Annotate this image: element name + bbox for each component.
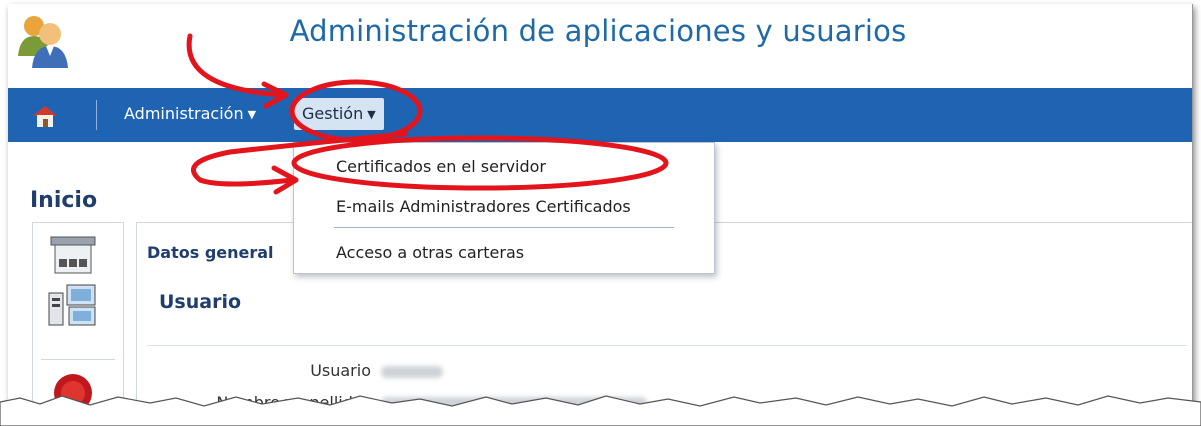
- nav-gestion[interactable]: Gestión ▼: [294, 98, 384, 130]
- menu-item-emails-administradores[interactable]: E-mails Administradores Certificados: [336, 197, 631, 216]
- page-header-title: Administración de aplicaciones y usuario…: [289, 14, 907, 48]
- users-icon: [12, 12, 70, 68]
- shortcut-icon-column: [32, 222, 124, 409]
- page-title: Inicio: [30, 188, 98, 213]
- torn-paper-edge: [0, 395, 1201, 426]
- server-icon[interactable]: [49, 235, 97, 279]
- menu-separator: [334, 227, 674, 228]
- field-label-usuario: Usuario: [310, 361, 371, 380]
- computers-icon[interactable]: [47, 283, 99, 333]
- section-title: Datos general: [147, 243, 274, 262]
- subsection-title: Usuario: [159, 291, 242, 313]
- nav-gestion-label: Gestión: [302, 104, 364, 123]
- nav-administracion-label: Administración: [124, 104, 244, 123]
- content-divider: [147, 345, 1187, 346]
- caret-down-icon: ▼: [247, 108, 257, 121]
- menu-item-certificados-servidor[interactable]: Certificados en el servidor: [336, 157, 546, 176]
- gestion-dropdown-menu: Certificados en el servidor E-mails Admi…: [293, 142, 715, 274]
- caret-down-icon: ▼: [367, 108, 376, 121]
- nav-divider: [96, 100, 97, 130]
- main-navbar: Administración ▼ Gestión ▼: [8, 88, 1192, 142]
- menu-item-acceso-carteras[interactable]: Acceso a otras carteras: [336, 243, 524, 262]
- field-value-usuario-blurred: [381, 366, 443, 378]
- icon-column-divider: [41, 359, 115, 360]
- nav-administracion[interactable]: Administración ▼: [124, 104, 256, 123]
- home-icon[interactable]: [32, 104, 58, 128]
- app-window: Administración de aplicaciones y usuario…: [8, 4, 1193, 409]
